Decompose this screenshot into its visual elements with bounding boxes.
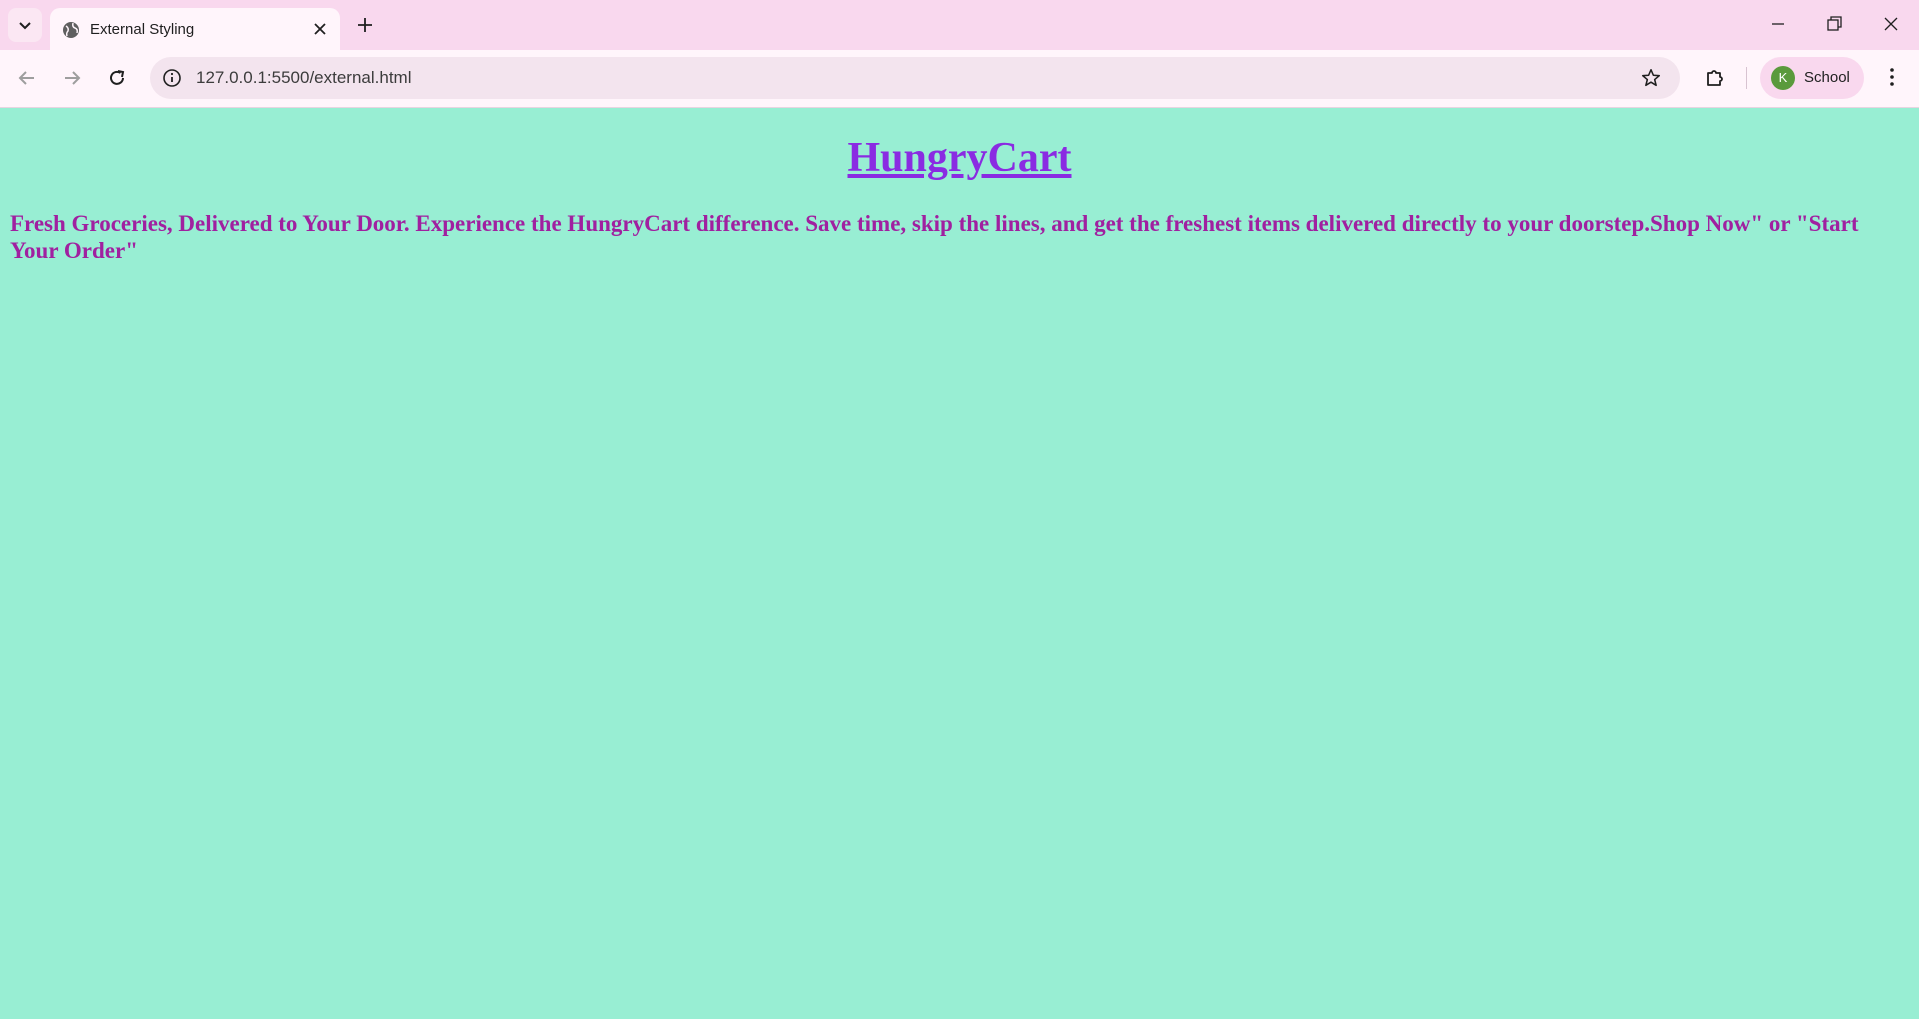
browser-tab-active[interactable]: External Styling <box>50 8 340 50</box>
tab-search-button[interactable] <box>8 8 42 42</box>
browser-titlebar: External Styling <box>0 0 1919 50</box>
minimize-icon[interactable] <box>1768 14 1788 34</box>
restore-icon[interactable] <box>1824 14 1844 34</box>
tab-title: External Styling <box>90 21 195 38</box>
arrow-right-icon[interactable] <box>60 66 84 90</box>
info-icon[interactable] <box>162 68 182 88</box>
plus-icon[interactable] <box>355 15 375 35</box>
toolbar-divider <box>1746 67 1747 89</box>
profile-button[interactable]: K School <box>1760 57 1864 99</box>
arrow-left-icon[interactable] <box>15 66 39 90</box>
puzzle-icon[interactable] <box>1703 65 1727 89</box>
reload-icon[interactable] <box>105 66 129 90</box>
close-window-icon[interactable] <box>1881 14 1901 34</box>
address-bar[interactable]: 127.0.0.1:5500/external.html <box>150 57 1680 99</box>
avatar: K <box>1771 66 1795 90</box>
chevron-down-icon <box>19 22 31 30</box>
kebab-menu-icon[interactable] <box>1880 65 1904 89</box>
star-icon[interactable] <box>1640 67 1662 89</box>
page-title: HungryCart <box>847 135 1072 181</box>
close-icon[interactable] <box>312 21 328 37</box>
page-tagline: Fresh Groceries, Delivered to Your Door.… <box>10 211 1859 263</box>
globe-icon <box>63 22 79 38</box>
page-viewport: HungryCart Fresh Groceries, Delivered to… <box>0 108 1919 1019</box>
browser-toolbar: 127.0.0.1:5500/external.html K School <box>0 50 1919 108</box>
profile-label: School <box>1804 69 1850 86</box>
url-text[interactable]: 127.0.0.1:5500/external.html <box>196 68 411 88</box>
